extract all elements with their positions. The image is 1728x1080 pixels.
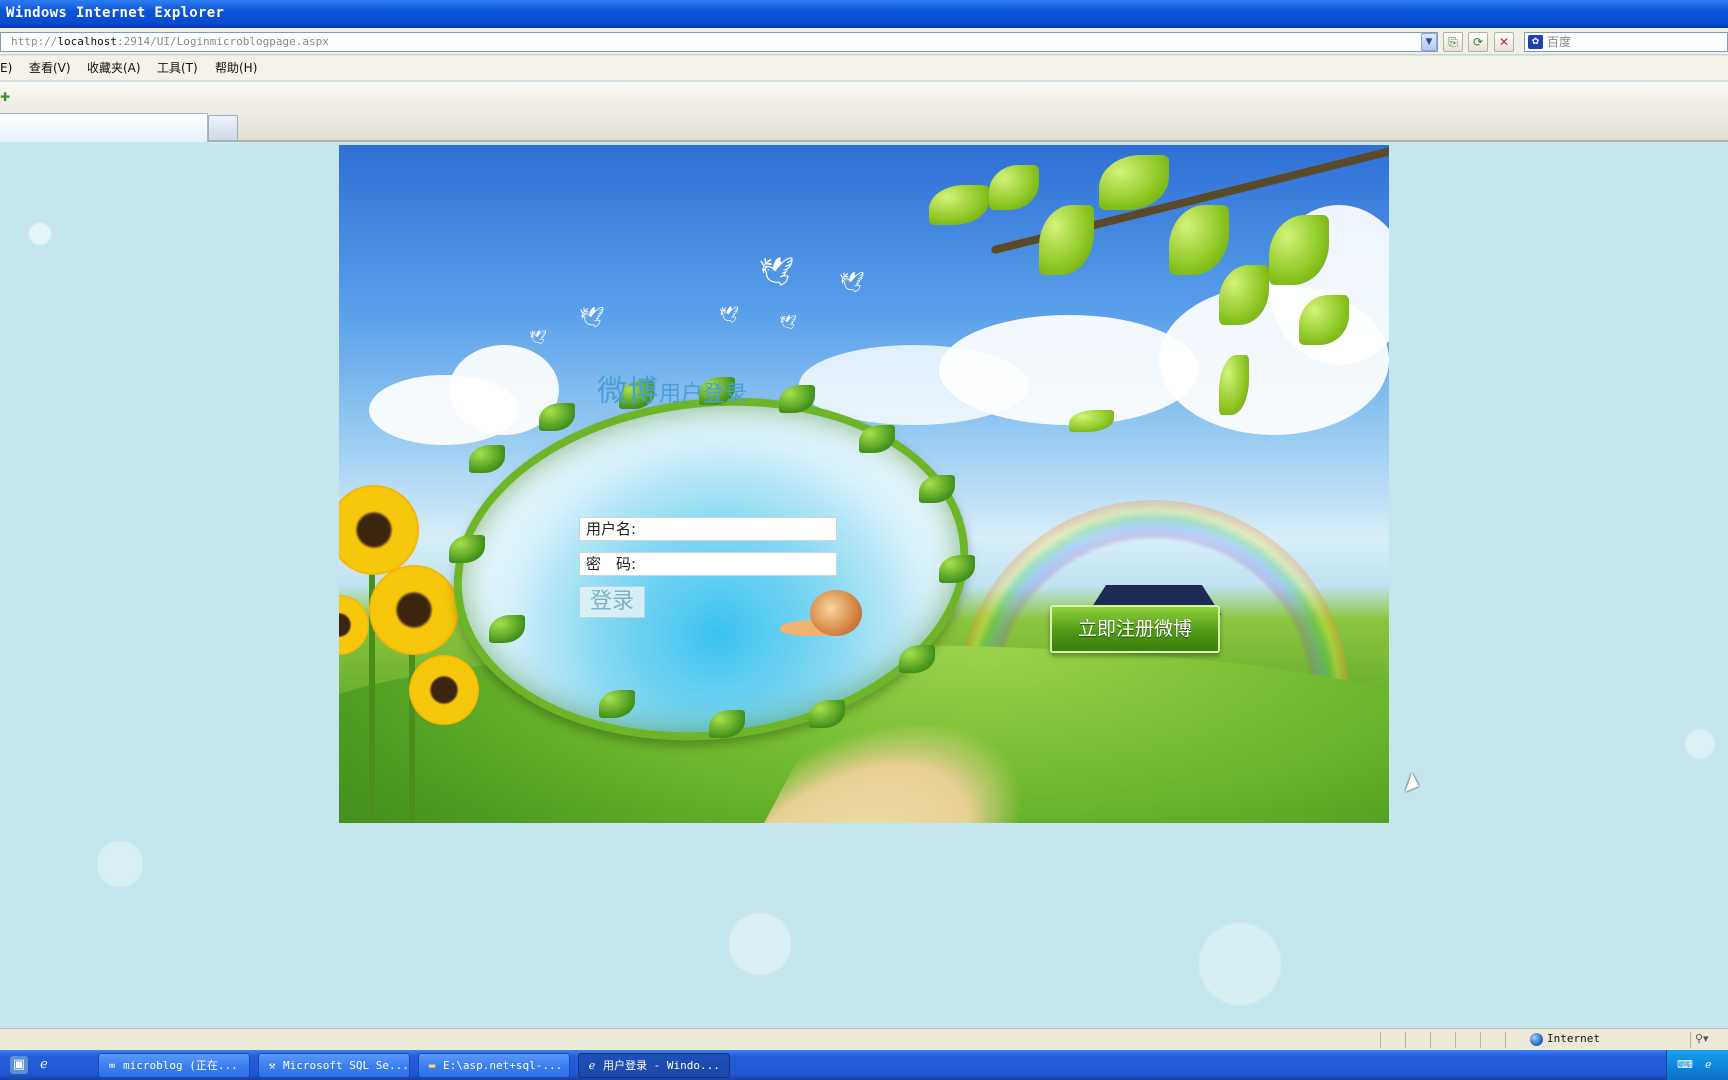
address-toolbar: http://localhost:2914/UI/Loginmicroblogp… bbox=[0, 28, 1728, 55]
app-name: 微博 bbox=[597, 374, 659, 409]
security-zone[interactable]: Internet bbox=[1530, 1029, 1600, 1049]
task-ie-login[interactable]: ℯ 用户登录 - Windo... bbox=[578, 1053, 730, 1078]
task-label: 用户登录 - Windo... bbox=[603, 1059, 720, 1072]
zone-label: Internet bbox=[1547, 1032, 1600, 1045]
window-title: Windows Internet Explorer bbox=[6, 5, 225, 21]
system-tray: ⌨ ℯ bbox=[1666, 1050, 1728, 1080]
username-field[interactable]: 用户名: bbox=[579, 517, 837, 541]
ie-icon: ℯ bbox=[588, 1059, 596, 1072]
menu-tools[interactable]: 工具(T) bbox=[157, 56, 198, 80]
menu-help[interactable]: 帮助(H) bbox=[215, 56, 257, 80]
tray-ie-icon[interactable]: ℯ bbox=[1705, 1058, 1712, 1071]
favorites-bar: ✚ bbox=[0, 82, 1728, 110]
url-path: :2914/UI/Loginmicroblogpage.aspx bbox=[116, 35, 329, 48]
menu-favorites[interactable]: 收藏夹(A) bbox=[87, 56, 141, 80]
login-subtitle: 用户登录 bbox=[659, 382, 748, 407]
login-banner-image: 🕊 🕊 🕊 🕊 🕊 🕊 bbox=[339, 145, 1389, 823]
password-label: 密 码: bbox=[586, 555, 637, 573]
sql-server-icon: ⚒ bbox=[268, 1059, 276, 1072]
page-title: 微博用户登录 bbox=[597, 366, 747, 410]
window-title-bar: Windows Internet Explorer bbox=[0, 0, 1728, 28]
ie-icon[interactable]: ℯ bbox=[35, 1056, 53, 1074]
task-label: microblog (正在... bbox=[123, 1059, 238, 1072]
keyboard-icon[interactable]: ⌨ bbox=[1677, 1058, 1693, 1071]
task-folder[interactable]: ▬ E:\asp.net+sql-... bbox=[418, 1053, 570, 1078]
address-dropdown-icon[interactable]: ▼ bbox=[1421, 33, 1437, 51]
task-label: Microsoft SQL Se... bbox=[283, 1059, 409, 1072]
compatibility-icon[interactable]: ⎘ bbox=[1443, 32, 1463, 52]
url-prefix: http:// bbox=[11, 35, 58, 48]
baidu-icon: ✿ bbox=[1528, 35, 1543, 49]
task-visual-studio[interactable]: ∞ microblog (正在... bbox=[98, 1053, 250, 1078]
url-host: localhost bbox=[57, 35, 117, 48]
refresh-icon[interactable]: ⟳ bbox=[1468, 32, 1488, 52]
register-button[interactable]: 立即注册微博 bbox=[1050, 605, 1220, 653]
status-bar: Internet ⚲▾ bbox=[0, 1028, 1728, 1050]
taskbar: ▣ ℯ ∞ microblog (正在... ⚒ Microsoft SQL S… bbox=[0, 1050, 1728, 1080]
username-label: 用户名: bbox=[586, 520, 637, 538]
task-sql-server[interactable]: ⚒ Microsoft SQL Se... bbox=[258, 1053, 410, 1078]
folder-icon: ▬ bbox=[428, 1059, 436, 1072]
internet-globe-icon bbox=[1530, 1032, 1543, 1046]
login-button[interactable]: 登录 bbox=[579, 586, 645, 618]
show-desktop-icon[interactable]: ▣ bbox=[10, 1056, 28, 1074]
favorites-icon[interactable]: ✚ bbox=[0, 90, 10, 104]
menu-edit[interactable]: E) bbox=[0, 56, 12, 80]
tab-bar bbox=[0, 110, 1728, 142]
menu-view[interactable]: 查看(V) bbox=[29, 56, 71, 80]
password-field[interactable]: 密 码: bbox=[579, 552, 837, 576]
snail-image bbox=[780, 590, 870, 640]
zoom-icon[interactable]: ⚲▾ bbox=[1695, 1029, 1709, 1049]
new-tab-button[interactable] bbox=[208, 115, 238, 141]
task-label: E:\asp.net+sql-... bbox=[443, 1059, 563, 1072]
visual-studio-icon: ∞ bbox=[108, 1059, 116, 1072]
address-input[interactable]: http://localhost:2914/UI/Loginmicroblogp… bbox=[0, 32, 1438, 52]
search-placeholder: 百度 bbox=[1547, 35, 1572, 49]
menu-bar: E) 查看(V) 收藏夹(A) 工具(T) 帮助(H) bbox=[0, 56, 1728, 81]
tab-current[interactable] bbox=[0, 113, 208, 142]
search-input[interactable]: ✿ 百度 bbox=[1524, 32, 1728, 52]
stop-icon[interactable]: ✕ bbox=[1494, 32, 1514, 52]
